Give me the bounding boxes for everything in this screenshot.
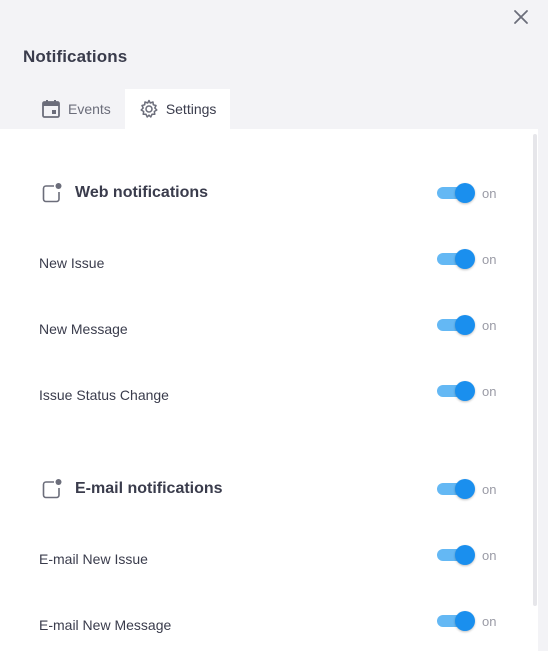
web-notifications-header: Web notifications xyxy=(41,182,208,204)
tab-events-label: Events xyxy=(68,101,111,117)
tab-events[interactable]: Events xyxy=(27,89,125,129)
scrollbar[interactable] xyxy=(533,134,537,606)
toggle-state-label: on xyxy=(482,482,497,497)
setting-label: New Message xyxy=(39,321,128,337)
new-message-toggle[interactable] xyxy=(437,315,475,335)
setting-label: Issue Status Change xyxy=(39,387,169,403)
tab-settings[interactable]: Settings xyxy=(124,89,231,129)
issue-status-change-toggle[interactable] xyxy=(437,381,475,401)
setting-label: E-mail New Issue xyxy=(39,551,148,567)
email-notifications-toggle[interactable] xyxy=(437,479,475,499)
section-title: E-mail notifications xyxy=(75,480,223,497)
close-icon xyxy=(514,10,528,24)
toggle-state-label: on xyxy=(482,384,497,399)
setting-label: New Issue xyxy=(39,255,105,271)
section-title: Web notifications xyxy=(75,184,209,201)
tab-settings-label: Settings xyxy=(165,101,217,117)
toggle-state-label: on xyxy=(482,548,497,563)
notification-badge-icon xyxy=(42,479,62,499)
email-new-issue-toggle[interactable] xyxy=(437,545,475,565)
close-button[interactable] xyxy=(511,7,531,27)
notification-badge-icon xyxy=(42,183,62,203)
gear-icon xyxy=(139,99,159,119)
page-title: Notifications xyxy=(23,47,128,66)
web-notifications-toggle[interactable] xyxy=(437,183,475,203)
new-issue-toggle[interactable] xyxy=(437,249,475,269)
email-notifications-header: E-mail notifications xyxy=(41,478,223,500)
toggle-state-label: on xyxy=(482,186,497,201)
toggle-state-label: on xyxy=(482,318,497,333)
toggle-state-label: on xyxy=(482,614,497,629)
calendar-icon xyxy=(41,99,61,119)
toggle-state-label: on xyxy=(482,252,497,267)
tab-bar: Events Settings xyxy=(27,89,231,129)
setting-label: E-mail New Message xyxy=(39,617,172,633)
email-new-message-toggle[interactable] xyxy=(437,611,475,631)
